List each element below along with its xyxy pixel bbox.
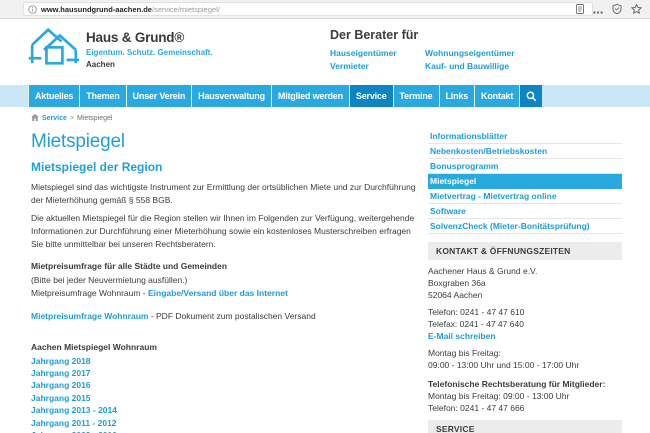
- sidebar-item-mietvertrag-mietvertrag-online[interactable]: Mietvertrag - Mietvertrag online: [428, 189, 622, 204]
- year-link-jahrgang-2015[interactable]: Jahrgang 2015: [31, 392, 417, 404]
- reader-mode-icon[interactable]: [576, 4, 584, 14]
- intro-paragraph-1: Mietspiegel sind das wichtigste Instrume…: [31, 181, 417, 207]
- breadcrumb-separator: >: [70, 115, 74, 122]
- legal-advice-group: Telefonische Rechtsberatung für Mitglied…: [428, 378, 622, 414]
- nav-item-themen[interactable]: Themen: [80, 85, 126, 107]
- survey-block: Mietpreisumfrage für alle Städte und Gem…: [31, 260, 417, 301]
- page-subtitle: Mietspiegel der Region: [31, 161, 417, 174]
- brand-city: Aachen: [86, 60, 213, 69]
- service-heading: SERVICE: [428, 420, 622, 433]
- sidebar-item-nebenkosten-betriebskosten[interactable]: Nebenkosten/Betriebskosten: [428, 144, 622, 159]
- intro-paragraph-2: Die aktuellen Mietspiegel für die Region…: [31, 212, 417, 251]
- contact-block: Aachener Haus & Grund e.V. Boxgraben 36a…: [428, 265, 622, 414]
- survey-online-line: Mietpreisumfrage Wohnraum - Eingabe/Vers…: [31, 287, 417, 301]
- main-content: Service > Mietspiegel Mietspiegel Mietsp…: [31, 107, 417, 433]
- sidebar-item-solvenzcheck-mieter-bonitätsprüfung[interactable]: SolvenzCheck (Mieter-Bonitätsprüfung): [428, 219, 622, 234]
- berater-link-hauseigentümer[interactable]: Hauseigentümer: [330, 47, 425, 60]
- survey-pdf-suffix: - PDF Dokument zum postalischen Versand: [148, 311, 315, 321]
- brand-text: Haus & Grund® Eigentum. Schutz. Gemeinsc…: [86, 30, 213, 69]
- nav-item-mitglied-werden[interactable]: Mitglied werden: [272, 85, 350, 107]
- browser-address-bar: www.hausundgrund-aachen.de/service/miets…: [0, 0, 650, 19]
- year-link-jahrgang-2018[interactable]: Jahrgang 2018: [31, 355, 417, 367]
- site-header: Haus & Grund® Eigentum. Schutz. Gemeinsc…: [0, 19, 650, 85]
- nav-item-aktuelles[interactable]: Aktuelles: [28, 85, 80, 107]
- berater-link-kauf-und-bauwillige[interactable]: Kauf- und Bauwillige: [425, 60, 570, 73]
- mietspiegel-list-title: Aachen Mietspiegel Wohnraum: [31, 342, 417, 352]
- survey-pdf-link[interactable]: Mietpreisumfrage Wohnraum: [31, 311, 148, 321]
- year-link-jahrgang-2016[interactable]: Jahrgang 2016: [31, 379, 417, 391]
- browser-window: www.hausundgrund-aachen.de/service/miets…: [0, 0, 650, 433]
- search-icon: [526, 91, 537, 102]
- survey-online-prefix: Mietpreisumfrage Wohnraum -: [31, 288, 148, 298]
- page-title: Mietspiegel: [31, 131, 417, 152]
- year-link-jahrgang-2017[interactable]: Jahrgang 2017: [31, 367, 417, 379]
- sidebar-item-mietspiegel[interactable]: Mietspiegel: [428, 174, 622, 189]
- nav-item-termine[interactable]: Termine: [394, 85, 440, 107]
- breadcrumb-current: Mietspiegel: [77, 115, 112, 122]
- sidebar-item-bonusprogramm[interactable]: Bonusprogramm: [428, 159, 622, 174]
- hours-value: 09:00 - 13:00 Uhr und 15:00 - 17:00 Uhr: [428, 359, 622, 371]
- sidebar: InformationsblätterNebenkosten/Betriebsk…: [428, 107, 622, 433]
- nav-item-service[interactable]: Service: [350, 85, 394, 107]
- breadcrumb: Service > Mietspiegel: [31, 114, 417, 123]
- contact-city: 52064 Aachen: [428, 289, 622, 301]
- info-icon[interactable]: [28, 5, 37, 14]
- survey-title: Mietpreisumfrage für alle Städte und Gem…: [31, 260, 417, 274]
- legal-title: Telefonische Rechtsberatung für Mitglied…: [428, 378, 622, 390]
- berater-title: Der Berater für: [330, 28, 570, 42]
- berater-links: HauseigentümerWohnungseigentümerVermiete…: [330, 47, 570, 73]
- berater-link-vermieter[interactable]: Vermieter: [330, 60, 425, 73]
- nav-item-unser-verein[interactable]: Unser Verein: [127, 85, 193, 107]
- search-button[interactable]: [520, 85, 542, 107]
- haus-und-grund-logo-icon[interactable]: [28, 24, 80, 74]
- main-nav-items: AktuellesThemenUnser VereinHausverwaltun…: [28, 85, 520, 107]
- survey-note: (Bitte bei jeder Neuvermietung ausfüllen…: [31, 274, 417, 288]
- breadcrumb-service-link[interactable]: Service: [42, 115, 67, 122]
- hours-label: Montag bis Freitag:: [428, 347, 622, 359]
- year-links-list: Jahrgang 2018Jahrgang 2017Jahrgang 2016J…: [31, 355, 417, 433]
- contact-phone: Telefon: 0241 - 47 47 610: [428, 306, 622, 318]
- survey-online-link[interactable]: Eingabe/Versand über das Internet: [148, 288, 288, 298]
- legal-phone: Telefon: 0241 - 47 47 666: [428, 402, 622, 414]
- nav-item-kontakt[interactable]: Kontakt: [475, 85, 520, 107]
- brand-name: Haus & Grund®: [86, 30, 213, 45]
- page-body: Service > Mietspiegel Mietspiegel Mietsp…: [0, 107, 650, 433]
- sidebar-item-informationsblätter[interactable]: Informationsblätter: [428, 129, 622, 144]
- nav-item-hausverwaltung[interactable]: Hausverwaltung: [192, 85, 272, 107]
- berater-link-wohnungseigentümer[interactable]: Wohnungseigentümer: [425, 47, 570, 60]
- contact-phone-group: Telefon: 0241 - 47 47 610 Telefax: 0241 …: [428, 306, 622, 342]
- url-input[interactable]: www.hausundgrund-aachen.de/service/miets…: [23, 2, 593, 16]
- email-link[interactable]: E-Mail schreiben: [428, 330, 622, 342]
- bookmark-star-icon[interactable]: [631, 1, 642, 19]
- url-text: www.hausundgrund-aachen.de/service/miets…: [41, 5, 572, 14]
- contact-address: Aachener Haus & Grund e.V. Boxgraben 36a…: [428, 265, 622, 301]
- year-link-jahrgang-2009-2010[interactable]: Jahrgang 2009 - 2010: [31, 429, 417, 433]
- contact-street: Boxgraben 36a: [428, 277, 622, 289]
- sidebar-menu: InformationsblätterNebenkosten/Betriebsk…: [428, 129, 622, 234]
- more-actions-icon[interactable]: [593, 1, 603, 19]
- contact-heading: KONTAKT & ÖFFNUNGSZEITEN: [428, 242, 622, 260]
- contact-org: Aachener Haus & Grund e.V.: [428, 265, 622, 277]
- berater-block: Der Berater für HauseigentümerWohnungsei…: [330, 28, 570, 73]
- survey-pdf-line: Mietpreisumfrage Wohnraum - PDF Dokument…: [31, 310, 417, 323]
- tracking-protection-icon[interactable]: [612, 1, 622, 19]
- main-navigation: AktuellesThemenUnser VereinHausverwaltun…: [0, 85, 650, 107]
- url-path: /service/mietspiegel/: [152, 5, 220, 14]
- year-link-jahrgang-2013-2014[interactable]: Jahrgang 2013 - 2014: [31, 404, 417, 416]
- sidebar-item-software[interactable]: Software: [428, 204, 622, 219]
- brand-tagline: Eigentum. Schutz. Gemeinschaft.: [86, 48, 213, 57]
- home-icon[interactable]: [31, 114, 39, 123]
- legal-hours: Montag bis Freitag: 09:00 - 13:00 Uhr: [428, 390, 622, 402]
- opening-hours-group: Montag bis Freitag: 09:00 - 13:00 Uhr un…: [428, 347, 622, 371]
- url-domain: www.hausundgrund-aachen.de: [41, 5, 152, 14]
- contact-fax: Telefax: 0241 - 47 47 640: [428, 318, 622, 330]
- year-link-jahrgang-2011-2012[interactable]: Jahrgang 2011 - 2012: [31, 417, 417, 429]
- nav-item-links[interactable]: Links: [440, 85, 476, 107]
